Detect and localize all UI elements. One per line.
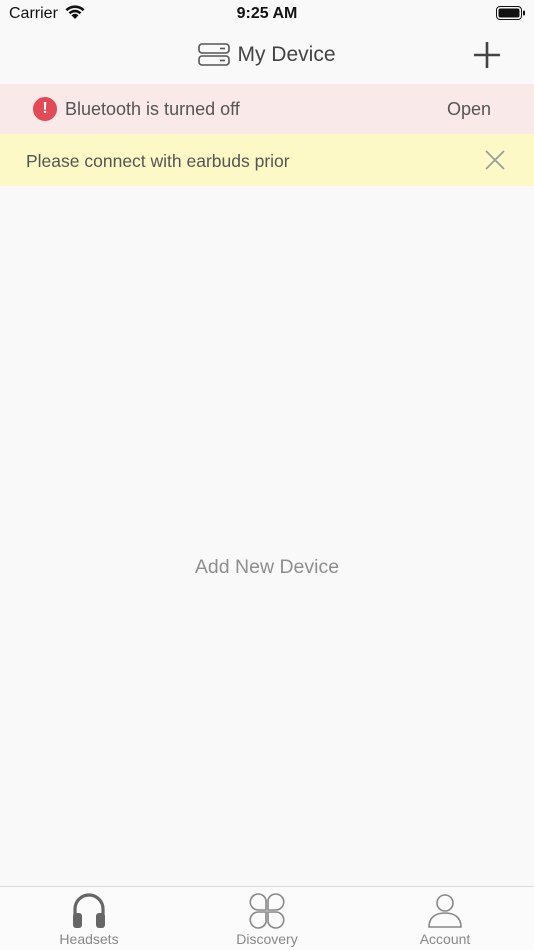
device-list-icon	[198, 43, 231, 66]
discovery-icon	[249, 893, 285, 929]
navigation-bar: My Device	[0, 28, 534, 84]
tab-headsets[interactable]: Headsets	[0, 887, 178, 950]
page-title: My Device	[237, 43, 336, 66]
nav-title-group: My Device	[0, 42, 534, 68]
tab-label: Headsets	[59, 931, 119, 947]
close-icon[interactable]	[484, 149, 506, 171]
battery-icon	[496, 6, 525, 20]
bluetooth-off-banner: ! Bluetooth is turned off Open	[0, 84, 534, 134]
screen: Carrier 9:25 AM My Device ! Bluetooth is…	[0, 0, 534, 950]
bluetooth-status-message: Bluetooth is turned off	[65, 99, 240, 119]
tab-label: Account	[419, 931, 471, 947]
open-bluetooth-button[interactable]: Open	[447, 99, 491, 120]
add-new-device-button[interactable]: Add New Device	[0, 556, 534, 579]
connect-earbuds-banner: Please connect with earbuds prior	[0, 134, 534, 186]
clock: 9:25 AM	[236, 5, 298, 22]
connect-earbuds-message: Please connect with earbuds prior	[26, 151, 290, 171]
tab-bar: Headsets Discovery Account	[0, 886, 534, 950]
person-icon	[428, 894, 462, 928]
status-bar: Carrier 9:25 AM	[0, 0, 534, 28]
tab-discovery[interactable]: Discovery	[178, 887, 356, 950]
tab-account[interactable]: Account	[356, 887, 534, 950]
add-device-button[interactable]	[472, 40, 502, 70]
alert-icon: !	[33, 97, 57, 121]
headphones-icon	[73, 893, 105, 928]
tab-label: Discovery	[236, 931, 298, 947]
